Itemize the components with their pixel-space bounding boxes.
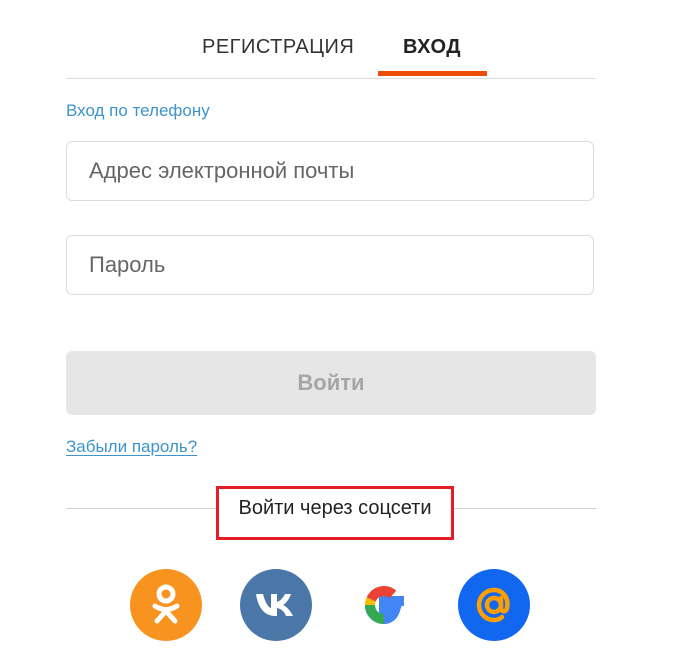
vk-login-button[interactable]	[240, 569, 312, 641]
mail-ru-login-button[interactable]	[458, 569, 530, 641]
phone-login-link[interactable]: Вход по телефону	[66, 101, 210, 121]
password-field[interactable]	[67, 236, 593, 294]
tab-registration[interactable]: РЕГИСТРАЦИЯ	[202, 36, 354, 59]
vk-icon	[256, 594, 293, 616]
divider-left	[66, 508, 216, 509]
active-tab-indicator	[378, 71, 487, 76]
social-login-label-highlight: Войти через соцсети	[216, 486, 454, 540]
divider-right	[454, 508, 596, 509]
login-button[interactable]: Войти	[66, 351, 596, 415]
auth-tabs: РЕГИСТРАЦИЯ ВХОД	[66, 0, 596, 79]
forgot-password-link[interactable]: Забыли пароль?	[66, 437, 197, 457]
email-field[interactable]	[67, 142, 593, 200]
email-field-container	[66, 141, 594, 201]
odnoklassniki-icon	[152, 584, 180, 624]
google-icon	[365, 585, 404, 625]
mail-ru-icon	[476, 587, 510, 623]
tab-login[interactable]: ВХОД	[403, 36, 461, 59]
google-login-button[interactable]	[348, 569, 420, 641]
social-login-label: Войти через соцсети	[238, 497, 432, 519]
password-field-container	[66, 235, 594, 295]
odnoklassniki-login-button[interactable]	[130, 569, 202, 641]
